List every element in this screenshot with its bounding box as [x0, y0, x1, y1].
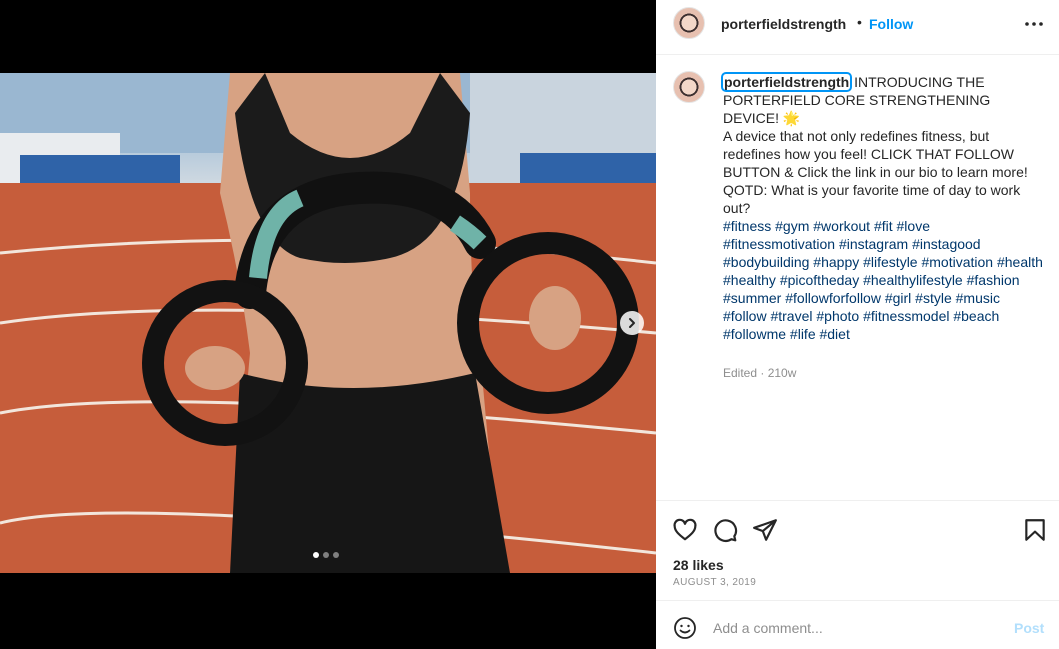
- post-header: porterfieldstrength • Follow: [656, 0, 1059, 55]
- post-photo[interactable]: [0, 73, 656, 573]
- carousel-dot-active: [313, 552, 319, 558]
- caption-text: INTRODUCING THE PORTERFIELD CORE STRENGT…: [723, 74, 1028, 216]
- comment-bar: Post: [656, 600, 1059, 649]
- carousel-next-button[interactable]: [620, 311, 644, 335]
- heart-icon[interactable]: [672, 517, 698, 543]
- post-date: AUGUST 3, 2019: [673, 577, 757, 588]
- separator-dot: •: [857, 14, 862, 30]
- comment-icon[interactable]: [712, 517, 738, 543]
- post-meta: Edited · 210w: [723, 366, 797, 380]
- caption-block: porterfieldstrength INTRODUCING THE PORT…: [656, 55, 1059, 500]
- comment-input[interactable]: [713, 615, 1003, 641]
- caption-username[interactable]: porterfieldstrength: [720, 72, 853, 92]
- avatar[interactable]: [673, 7, 705, 39]
- chevron-right-icon: [629, 318, 635, 328]
- bookmark-icon[interactable]: [1022, 517, 1048, 543]
- photo-illustration: [0, 73, 656, 573]
- post-actions: 28 likes AUGUST 3, 2019: [656, 500, 1059, 600]
- post-media: [0, 0, 656, 649]
- more-horizontal-icon[interactable]: [1022, 12, 1046, 36]
- follow-button[interactable]: Follow: [869, 16, 913, 32]
- caption-avatar[interactable]: [673, 71, 705, 103]
- post-sidebar: porterfieldstrength • Follow porterfield…: [656, 0, 1059, 649]
- carousel-dot: [333, 552, 339, 558]
- post-caption: porterfieldstrength INTRODUCING THE PORT…: [720, 72, 1045, 343]
- carousel-indicator: [313, 552, 339, 558]
- caption-hashtags[interactable]: #fitness #gym #workout #fit #love #fitne…: [723, 217, 1045, 343]
- likes-count[interactable]: 28 likes: [673, 557, 724, 573]
- carousel-dot: [323, 552, 329, 558]
- emoji-icon[interactable]: [673, 616, 697, 640]
- header-username[interactable]: porterfieldstrength: [721, 16, 846, 32]
- post-comment-button[interactable]: Post: [1014, 620, 1044, 636]
- share-icon[interactable]: [752, 517, 778, 543]
